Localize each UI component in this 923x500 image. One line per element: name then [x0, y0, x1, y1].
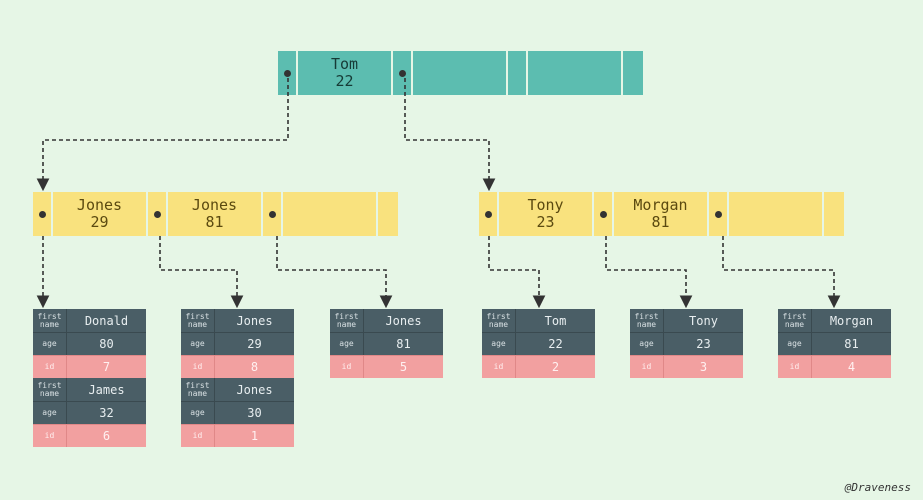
- record-1b: first nameJames age32 id6: [33, 378, 146, 447]
- label-age: age: [482, 333, 516, 355]
- r6-age: 81: [812, 333, 891, 355]
- record-2a: first nameJones age29 id8: [181, 309, 294, 378]
- left-ptr-1: [148, 192, 168, 236]
- r5-age: 23: [664, 333, 743, 355]
- root-ptr-0: [278, 51, 298, 95]
- left-ptr-3: [378, 192, 398, 236]
- r3-first-name: Jones: [364, 309, 443, 332]
- credit-text: @Draveness: [845, 481, 911, 494]
- root-ptr-1: [393, 51, 413, 95]
- label-first-name: first name: [181, 378, 215, 401]
- label-id: id: [33, 356, 67, 378]
- left-ptr-0: [33, 192, 53, 236]
- btree-root-node: Tom 22: [278, 51, 643, 95]
- right-key-0-name: Tony: [527, 197, 563, 214]
- label-age: age: [778, 333, 812, 355]
- root-key-0: Tom 22: [298, 51, 393, 95]
- left-key-0: Jones 29: [53, 192, 148, 236]
- left-ptr-2: [263, 192, 283, 236]
- right-ptr-0: [479, 192, 499, 236]
- right-key-1-value: 81: [651, 214, 669, 231]
- record-3: first nameJones age81 id5: [330, 309, 443, 378]
- right-key-2-empty: [729, 192, 824, 236]
- label-age: age: [181, 402, 215, 424]
- root-ptr-2: [508, 51, 528, 95]
- label-age: age: [181, 333, 215, 355]
- label-id: id: [181, 356, 215, 378]
- r2b-first-name: Jones: [215, 378, 294, 401]
- root-key-1-empty: [413, 51, 508, 95]
- r2b-id: 1: [215, 425, 294, 447]
- r3-id: 5: [364, 356, 443, 378]
- root-key-2-empty: [528, 51, 623, 95]
- root-key-0-value: 22: [335, 73, 353, 90]
- left-key-2-empty: [283, 192, 378, 236]
- label-first-name: first name: [33, 309, 67, 332]
- label-age: age: [630, 333, 664, 355]
- r5-id: 3: [664, 356, 743, 378]
- r3-age: 81: [364, 333, 443, 355]
- r4-age: 22: [516, 333, 595, 355]
- label-id: id: [330, 356, 364, 378]
- root-ptr-3: [623, 51, 643, 95]
- label-first-name: first name: [330, 309, 364, 332]
- r5-first-name: Tony: [664, 309, 743, 332]
- right-key-0-value: 23: [536, 214, 554, 231]
- label-age: age: [330, 333, 364, 355]
- btree-right-node: Tony 23 Morgan 81: [479, 192, 844, 236]
- label-first-name: first name: [33, 378, 67, 401]
- r4-id: 2: [516, 356, 595, 378]
- r4-first-name: Tom: [516, 309, 595, 332]
- label-first-name: first name: [778, 309, 812, 332]
- r1b-id: 6: [67, 425, 146, 447]
- label-first-name: first name: [181, 309, 215, 332]
- right-key-0: Tony 23: [499, 192, 594, 236]
- label-id: id: [181, 425, 215, 447]
- label-id: id: [778, 356, 812, 378]
- label-age: age: [33, 402, 67, 424]
- left-key-1: Jones 81: [168, 192, 263, 236]
- r1a-age: 80: [67, 333, 146, 355]
- r1b-first-name: James: [67, 378, 146, 401]
- r1a-id: 7: [67, 356, 146, 378]
- r1a-first-name: Donald: [67, 309, 146, 332]
- root-key-0-name: Tom: [331, 56, 358, 73]
- right-ptr-3: [824, 192, 844, 236]
- record-4: first nameTom age22 id2: [482, 309, 595, 378]
- left-key-0-value: 29: [90, 214, 108, 231]
- label-id: id: [482, 356, 516, 378]
- label-first-name: first name: [482, 309, 516, 332]
- r1b-age: 32: [67, 402, 146, 424]
- right-key-1: Morgan 81: [614, 192, 709, 236]
- right-ptr-2: [709, 192, 729, 236]
- record-1a: first nameDonald age80 id7: [33, 309, 146, 378]
- record-2b: first nameJones age30 id1: [181, 378, 294, 447]
- right-key-1-name: Morgan: [633, 197, 687, 214]
- r2a-id: 8: [215, 356, 294, 378]
- btree-left-node: Jones 29 Jones 81: [33, 192, 398, 236]
- r2a-first-name: Jones: [215, 309, 294, 332]
- label-id: id: [630, 356, 664, 378]
- record-5: first nameTony age23 id3: [630, 309, 743, 378]
- r2a-age: 29: [215, 333, 294, 355]
- r2b-age: 30: [215, 402, 294, 424]
- r6-first-name: Morgan: [812, 309, 891, 332]
- left-key-1-name: Jones: [192, 197, 237, 214]
- label-age: age: [33, 333, 67, 355]
- record-6: first nameMorgan age81 id4: [778, 309, 891, 378]
- left-key-0-name: Jones: [77, 197, 122, 214]
- left-key-1-value: 81: [205, 214, 223, 231]
- r6-id: 4: [812, 356, 891, 378]
- label-first-name: first name: [630, 309, 664, 332]
- right-ptr-1: [594, 192, 614, 236]
- label-id: id: [33, 425, 67, 447]
